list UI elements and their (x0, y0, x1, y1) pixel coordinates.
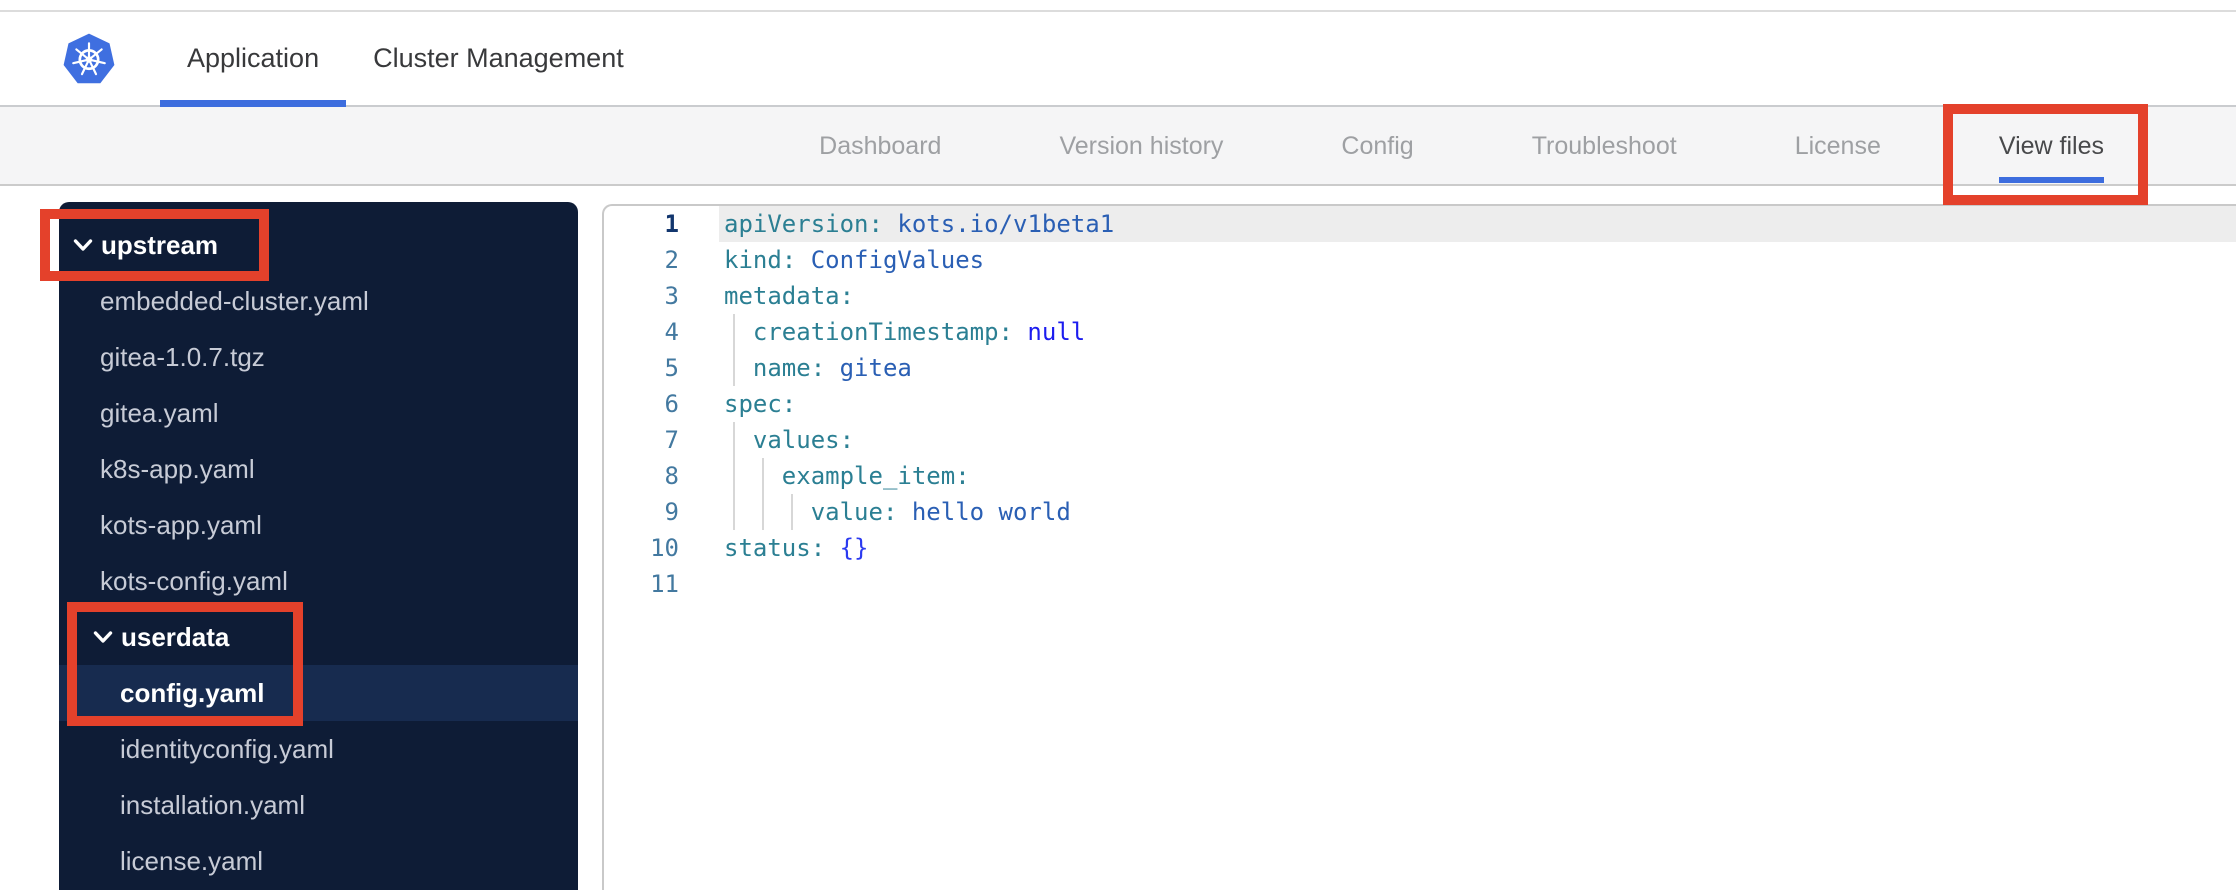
code-line-3: 3 metadata: (604, 278, 2236, 314)
folder-upstream[interactable]: upstream (59, 217, 578, 273)
line-number: 8 (664, 462, 679, 490)
file-kots-app-yaml[interactable]: kots-app.yaml (59, 497, 578, 553)
indent-guide-line (790, 494, 793, 530)
tree-item-label: gitea.yaml (100, 397, 219, 428)
file-k8s-app-yaml[interactable]: k8s-app.yaml (59, 441, 578, 497)
line-number: 1 (664, 210, 679, 238)
indent-guide-line (761, 458, 764, 494)
code-text: value: hello world (719, 494, 2236, 530)
file-tree-sidebar: upstream embedded-cluster.yaml gitea-1.0.7… (59, 202, 578, 890)
app-nav-tabs: Dashboard Version history Config Troublesho… (0, 107, 2236, 186)
indent-guide-line (733, 458, 735, 494)
line-number: 3 (664, 282, 679, 310)
code-token: status: (724, 534, 826, 562)
code-line-6: 6 spec: (604, 386, 2236, 422)
top-tab-cluster-management[interactable]: Cluster Management (346, 12, 651, 105)
tab-troubleshoot[interactable]: Troubleshoot (1532, 131, 1677, 161)
line-number: 4 (664, 318, 679, 346)
chevron-down-icon (93, 630, 113, 644)
tree-item-label: userdata (121, 621, 230, 652)
code-token: hello world (897, 498, 1071, 526)
code-text: name: gitea (719, 350, 2236, 386)
chevron-down-icon (73, 238, 93, 252)
indent-guide-line (761, 494, 764, 530)
code-token: value: (724, 498, 898, 526)
code-line-4: 4 creationTimestamp: null (604, 314, 2236, 350)
file-config-yaml[interactable]: config.yaml (59, 665, 578, 721)
code-text: metadata: (719, 278, 2236, 314)
code-text: creationTimestamp: null (719, 314, 2236, 350)
file-license-yaml[interactable]: license.yaml (59, 833, 578, 889)
kubernetes-logo-icon (62, 31, 116, 87)
code-text: kind: ConfigValues (719, 242, 2236, 278)
file-embedded-cluster-yaml[interactable]: embedded-cluster.yaml (59, 273, 578, 329)
code-text: values: (719, 422, 2236, 458)
code-line-10: 10 status: {} (604, 530, 2236, 566)
line-number: 7 (664, 426, 679, 454)
code-token: kots.io/v1beta1 (882, 210, 1115, 238)
tree-item-label: gitea-1.0.7.tgz (100, 341, 265, 372)
line-number: 9 (664, 498, 679, 526)
code-token: name: (724, 354, 826, 382)
kots-admin-console: Application Cluster Management Dashboard V… (0, 0, 2236, 890)
code-editor[interactable]: 1 apiVersion: kots.io/v1beta1 2 kind: Confi… (602, 204, 2236, 890)
line-number: 5 (664, 354, 679, 382)
top-nav-tabs: Application Cluster Management (160, 12, 651, 107)
tree-item-label: k8s-app.yaml (100, 453, 255, 484)
tree-item-label: config.yaml (120, 677, 265, 708)
code-line-1: 1 apiVersion: kots.io/v1beta1 (604, 206, 2236, 242)
tab-config[interactable]: Config (1341, 131, 1413, 161)
code-token: gitea (825, 354, 912, 382)
code-text: example_item: (719, 458, 2236, 494)
code-token: apiVersion: (724, 210, 883, 238)
tree-item-label: license.yaml (120, 845, 264, 876)
code-token: spec: (724, 390, 797, 418)
code-text: status: {} (719, 530, 2236, 566)
code-line-11: 11 (604, 566, 2236, 602)
file-installation-yaml[interactable]: installation.yaml (59, 777, 578, 833)
code-line-8: 8 example_item: (604, 458, 2236, 494)
tree-item-label: identityconfig.yaml (120, 733, 334, 764)
tree-item-label: installation.yaml (120, 789, 305, 820)
tree-item-label: kots-config.yaml (100, 565, 288, 596)
tree-item-label: upstream (101, 229, 219, 260)
code-token: null (1012, 318, 1086, 346)
file-gitea-yaml[interactable]: gitea.yaml (59, 385, 578, 441)
code-token: {} (825, 534, 869, 562)
line-number: 10 (650, 534, 679, 562)
tree-item-label: embedded-cluster.yaml (100, 285, 369, 316)
indent-guide-line (733, 494, 735, 530)
indent-guide-line (733, 422, 735, 458)
code-text: spec: (719, 386, 2236, 422)
code-line-5: 5 name: gitea (604, 350, 2236, 386)
file-kots-config-yaml[interactable]: kots-config.yaml (59, 553, 578, 609)
file-identityconfig-yaml[interactable]: identityconfig.yaml (59, 721, 578, 777)
code-line-2: 2 kind: ConfigValues (604, 242, 2236, 278)
code-line-9: 9 value: hello world (604, 494, 2236, 530)
code-token: metadata: (724, 282, 855, 310)
file-gitea-1-0-7-tgz[interactable]: gitea-1.0.7.tgz (59, 329, 578, 385)
tab-dashboard[interactable]: Dashboard (819, 131, 941, 161)
line-number: 2 (664, 246, 679, 274)
code-token: values: (724, 426, 855, 454)
folder-userdata[interactable]: userdata (59, 609, 578, 665)
line-number: 11 (650, 570, 679, 598)
code-line-7: 7 values: (604, 422, 2236, 458)
code-token: kind: (724, 246, 797, 274)
tab-version-history[interactable]: Version history (1059, 131, 1223, 161)
line-number: 6 (664, 390, 679, 418)
indent-guide-line (733, 314, 735, 350)
code-token: ConfigValues (796, 246, 985, 274)
code-token: creationTimestamp: (724, 318, 1013, 346)
tab-view-files[interactable]: View files (1998, 131, 2105, 183)
code-lines: 1 apiVersion: kots.io/v1beta1 2 kind: Confi… (604, 206, 2236, 602)
tree-item-label: kots-app.yaml (100, 509, 262, 540)
top-tab-application[interactable]: Application (160, 12, 347, 107)
top-nav: Application Cluster Management (0, 12, 2236, 107)
tab-license[interactable]: License (1795, 131, 1881, 161)
code-token: example_item: (724, 462, 970, 490)
code-text: apiVersion: kots.io/v1beta1 (719, 206, 2236, 242)
indent-guide-line (733, 350, 735, 386)
